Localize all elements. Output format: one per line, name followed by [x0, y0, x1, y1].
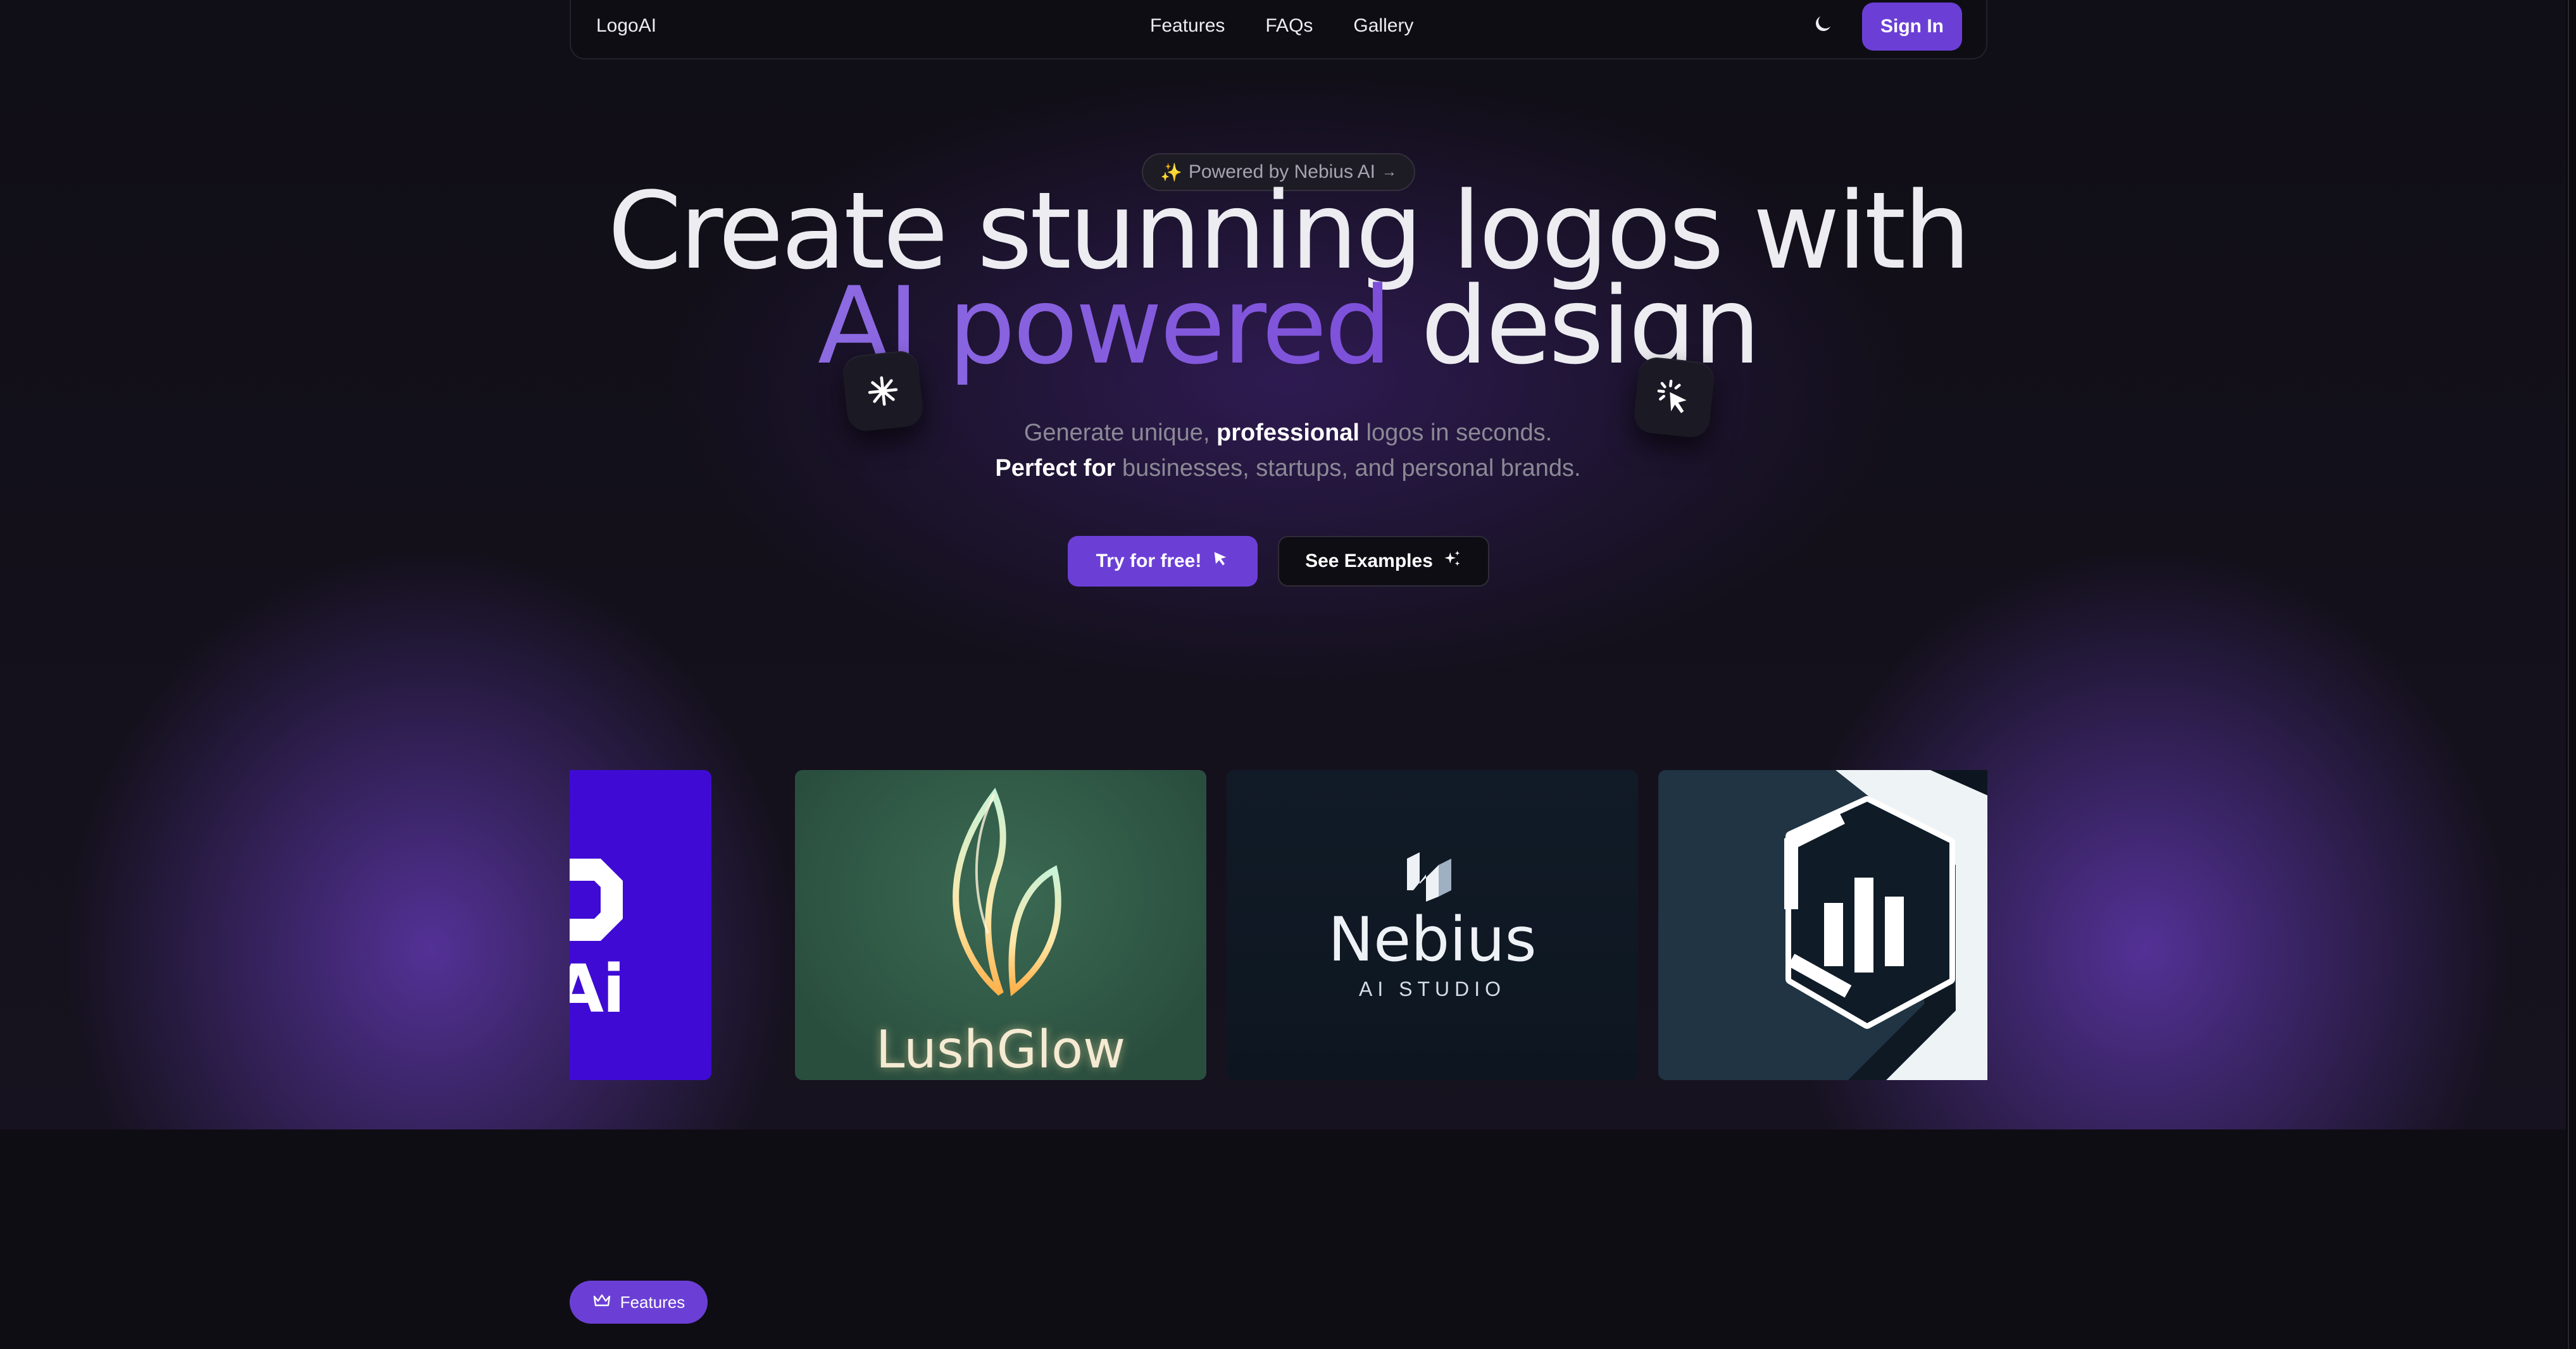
subtitle-bold-2: Perfect for: [995, 455, 1116, 482]
subtitle-text-2: logos in seconds.: [1360, 420, 1553, 446]
gallery-card-nebius[interactable]: Nebius AI STUDIO: [1227, 770, 1638, 1080]
scrollbar-thumb[interactable]: [2568, 0, 2574, 1349]
sign-in-button[interactable]: Sign In: [1862, 3, 1962, 51]
gallery-card-logoai[interactable]: oAi: [570, 770, 711, 1080]
nav-link-faqs[interactable]: FAQs: [1265, 15, 1313, 37]
hero-headline: Create stunning logos with AI powered de…: [0, 178, 2576, 379]
nebius-mark: [1407, 852, 1451, 902]
crown-icon: [592, 1293, 611, 1312]
examples-label: See Examples: [1305, 550, 1433, 571]
subtitle-text-1: Generate unique,: [1023, 420, 1217, 446]
hero-subtitle: Generate unique, professional logos in s…: [0, 415, 2576, 486]
top-navbar: LogoAI Features FAQs Gallery Sign In: [570, 0, 1987, 59]
card-logo-text: LushGlow: [875, 1020, 1126, 1080]
see-examples-button[interactable]: See Examples: [1278, 536, 1489, 587]
hexagon-chart-mark: [1784, 770, 1987, 1080]
gallery-card-lushglow[interactable]: LushGlow: [795, 770, 1206, 1080]
sparkles-icon: [1443, 549, 1462, 573]
card-logo-text: Nebius: [1328, 904, 1537, 975]
subtitle-line-2: Perfect for businesses, startups, and pe…: [0, 451, 2576, 486]
page-scrollbar[interactable]: [2566, 0, 2576, 1349]
leaf-flame-mark: [953, 788, 1061, 997]
card-logo-subtext: AI STUDIO: [1358, 978, 1506, 1000]
subtitle-text-3: businesses, startups, and personal brand…: [1115, 455, 1581, 482]
logo-gallery: oAi LushGlow N: [570, 770, 1987, 1080]
moon-icon[interactable]: [1811, 13, 1834, 35]
page: LogoAI Features FAQs Gallery Sign In ✨ P…: [0, 0, 2576, 1349]
headline-line-2: AI powered design: [0, 273, 2576, 379]
features-pill-label: Features: [620, 1292, 685, 1312]
nav-link-gallery[interactable]: Gallery: [1353, 15, 1413, 37]
subtitle-line-1: Generate unique, professional logos in s…: [0, 415, 2576, 451]
nav-link-features[interactable]: Features: [1150, 15, 1225, 37]
try-for-free-button[interactable]: Try for free!: [1068, 536, 1258, 587]
brand-logo[interactable]: LogoAI: [596, 15, 656, 37]
nav-links: Features FAQs Gallery: [1150, 15, 1454, 37]
features-section-pill: Features: [570, 1281, 708, 1324]
gallery-card-hexagon[interactable]: [1658, 770, 1987, 1080]
logoai-mark: [570, 859, 623, 941]
cursor-arrow-icon: [1211, 550, 1229, 573]
try-label: Try for free!: [1096, 550, 1202, 571]
card-logo-text: oAi: [570, 950, 625, 1028]
subtitle-bold-1: professional: [1216, 420, 1360, 446]
